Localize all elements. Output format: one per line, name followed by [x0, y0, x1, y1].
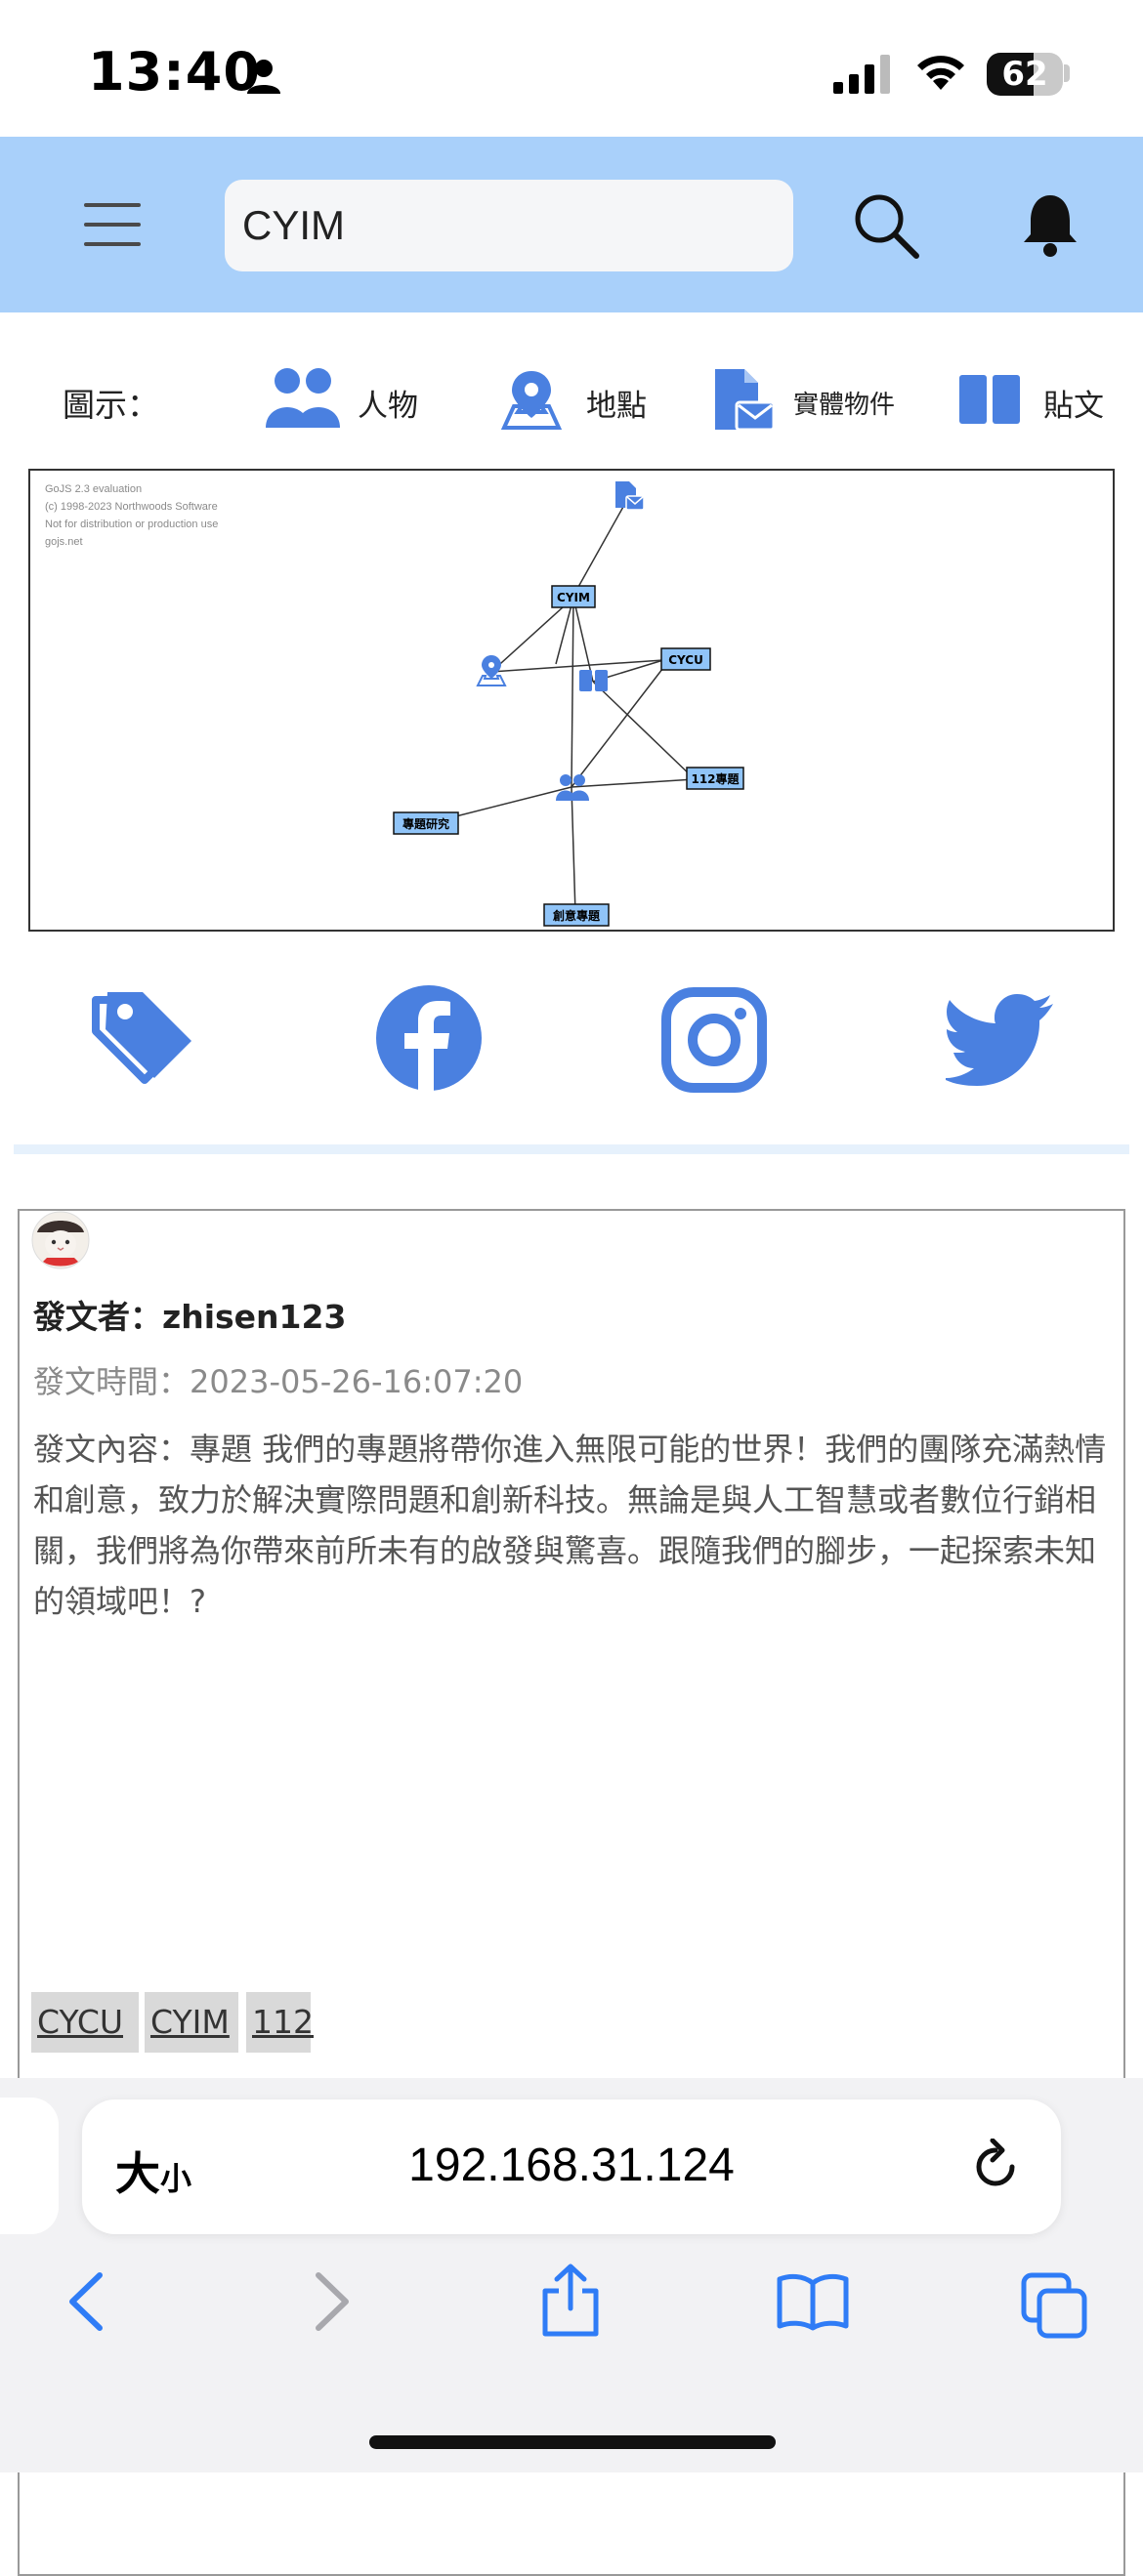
bell-icon[interactable] — [1020, 191, 1080, 258]
share-icon[interactable] — [539, 2264, 602, 2338]
wifi-icon — [917, 56, 964, 90]
home-indicator — [369, 2435, 776, 2449]
tag-link-112[interactable]: 112 — [246, 1992, 314, 2053]
post-content-text: 專題 我們的專題將帶你進入無限可能的世界！我們的團隊充滿熱情和創意，致力於解決實… — [33, 1431, 1107, 1620]
tag-icon[interactable] — [88, 988, 195, 1096]
node-cycu[interactable]: CYCU — [660, 647, 711, 671]
legend-title: 圖示： — [63, 386, 159, 424]
tag-link-cycu[interactable]: CYCU — [31, 1992, 139, 2053]
post-time-value: 2023-05-26-16:07:20 — [190, 1363, 524, 1400]
post-author-label: 發文者： — [33, 1298, 162, 1336]
people-icon — [266, 368, 340, 428]
search-input[interactable]: CYIM — [225, 180, 793, 271]
diagram-graph[interactable]: CYIM CYCU 112專題 專題研究 創意專題 — [28, 469, 1115, 932]
node-112[interactable]: 112專題 — [686, 767, 744, 790]
node-cyim-label: CYIM — [557, 591, 590, 604]
post-author-name: zhisen123 — [162, 1298, 347, 1336]
url-text[interactable]: 192.168.31.124 — [293, 2139, 850, 2192]
section-divider — [14, 1144, 1129, 1154]
post-content-label: 發文內容： — [33, 1431, 190, 1468]
node-112-label: 112專題 — [691, 771, 740, 786]
battery-tip — [1064, 64, 1070, 82]
facebook-icon[interactable] — [375, 984, 483, 1092]
person-icon — [247, 60, 280, 94]
tag-link-cyim[interactable]: CYIM — [145, 1992, 238, 2053]
status-time: 13:40 — [88, 41, 261, 103]
post-time: 發文時間：2023-05-26-16:07:20 — [33, 1357, 523, 1402]
node-cycu-label: CYCU — [668, 653, 703, 667]
forward-icon[interactable] — [313, 2271, 354, 2332]
location-icon — [500, 371, 563, 430]
menu-line-icon — [84, 242, 141, 246]
node-research-label: 專題研究 — [402, 816, 449, 831]
legend-label-object: 實體物件 — [793, 391, 896, 420]
post-content: 發文內容：專題 我們的專題將帶你進入無限可能的世界！我們的團隊充滿熱情和創意，致… — [33, 1424, 1108, 1627]
back-icon[interactable] — [64, 2271, 106, 2332]
twitter-icon[interactable] — [946, 994, 1055, 1086]
legend-label-location: 地點 — [586, 389, 647, 424]
diagram-links — [432, 497, 696, 915]
post-author: 發文者：zhisen123 — [33, 1291, 346, 1338]
bookmarks-icon[interactable] — [776, 2271, 850, 2332]
node-creative[interactable]: 創意專題 — [543, 903, 610, 927]
legend-label-post: 貼文 — [1043, 389, 1104, 424]
reload-icon[interactable] — [967, 2139, 1024, 2195]
avatar[interactable] — [31, 1211, 90, 1269]
node-creative-label: 創意專題 — [552, 908, 601, 923]
text-size-button[interactable]: 大小 — [115, 2139, 191, 2203]
legend-label-people: 人物 — [358, 389, 418, 424]
node-cyim[interactable]: CYIM — [551, 585, 596, 608]
tabs-icon[interactable] — [1020, 2271, 1090, 2342]
cellular-signal-icon — [833, 55, 890, 94]
previous-tab-preview[interactable] — [0, 2098, 59, 2234]
battery-indicator: 62 — [987, 53, 1063, 96]
hamburger-menu-button[interactable] — [84, 199, 145, 250]
menu-line-icon — [84, 203, 141, 207]
post-time-label: 發文時間： — [33, 1363, 190, 1400]
instagram-icon[interactable] — [660, 986, 768, 1094]
object-node-icon[interactable] — [615, 481, 645, 511]
location-node-icon[interactable] — [476, 655, 507, 686]
search-icon[interactable] — [852, 191, 920, 260]
battery-level: 62 — [1001, 55, 1048, 94]
node-research[interactable]: 專題研究 — [393, 811, 459, 835]
book-icon — [959, 375, 1020, 424]
file-envelope-icon — [715, 369, 776, 432]
menu-line-icon — [84, 223, 141, 227]
